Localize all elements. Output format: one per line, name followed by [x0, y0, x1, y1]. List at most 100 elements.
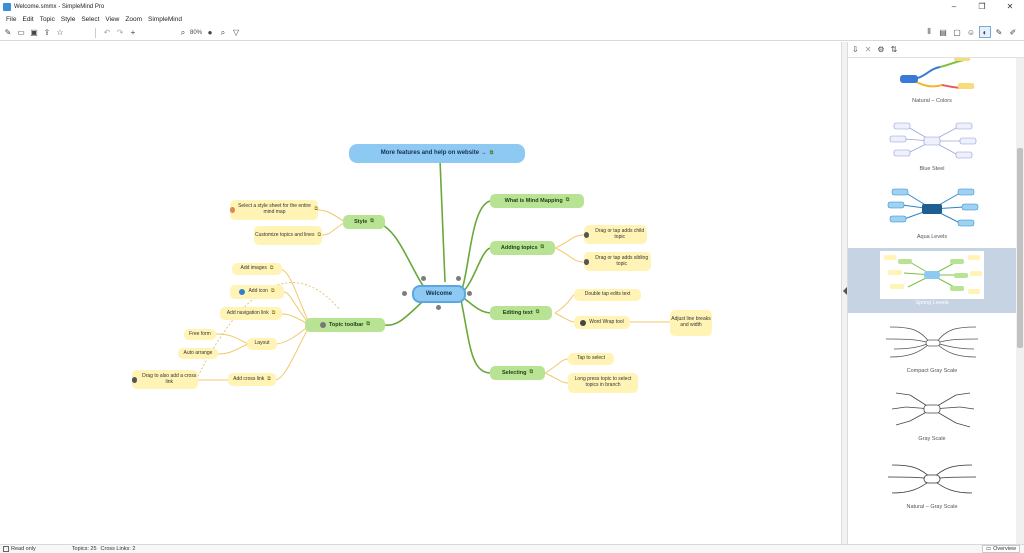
website-topic[interactable]: More features and help on website → ⧉ — [349, 144, 525, 163]
style-name: Natural – Colors — [912, 98, 952, 104]
selecting-child-topic[interactable]: Tap to select — [568, 353, 614, 365]
toolbar-child-topic[interactable]: Add cross link ⧉ — [228, 373, 276, 386]
toolbar-child-topic[interactable]: Layout — [247, 338, 277, 350]
menu-style[interactable]: Style — [58, 16, 78, 23]
style-child-label: Customize topics and lines — [254, 231, 315, 238]
adding-child-topic[interactable]: Drag or tap adds sibling topic — [584, 252, 651, 271]
add-topic-icon[interactable]: + — [128, 28, 138, 38]
smiley-icon[interactable]: ☺ — [966, 27, 976, 37]
style-card[interactable]: Compact Gray Scale — [848, 316, 1016, 381]
plus-circle-icon — [584, 258, 590, 265]
layout-child-label: Free form — [189, 330, 211, 337]
redo-icon[interactable]: ↷ — [115, 28, 125, 38]
menu-zoom[interactable]: Zoom — [122, 16, 145, 23]
style-panel-scrollbar[interactable] — [1016, 58, 1024, 544]
connector-handle[interactable] — [421, 276, 426, 281]
color-icon[interactable]: ● — [205, 28, 215, 38]
editing-child-topic[interactable]: Double tap edits text — [574, 289, 641, 301]
adding-topics-topic[interactable]: Adding topics ⧉ — [490, 241, 555, 255]
style-card[interactable]: Gray Scale — [848, 384, 1016, 449]
close-button[interactable]: ✕ — [1002, 2, 1018, 11]
search-icon[interactable]: ⌕ — [218, 28, 228, 38]
overview-button[interactable]: ▭ Overview — [981, 545, 1020, 553]
import-style-icon[interactable]: ⇩ — [852, 45, 859, 54]
external-link-icon: ⧉ — [540, 244, 545, 251]
style-name: Natural – Gray Scale — [906, 504, 958, 510]
plus-circle-icon — [584, 231, 590, 238]
layout-child-topic[interactable]: Free form — [184, 329, 216, 340]
style-card[interactable]: Aqua Levels — [848, 182, 1016, 247]
mind-map-canvas[interactable]: More features and help on website → ⧉ Wel… — [0, 42, 841, 544]
collapse-arrow-icon[interactable] — [843, 287, 847, 295]
style-card[interactable]: Natural – Colors — [848, 58, 1016, 111]
presentation-icon[interactable]: ▽ — [231, 28, 241, 38]
scrollbar-thumb[interactable] — [1017, 148, 1023, 348]
central-topic[interactable]: Welcome — [412, 285, 466, 303]
word-wrap-child-topic[interactable]: Adjust line breaks and width — [670, 310, 712, 336]
overview-icon: ▭ — [985, 546, 992, 552]
menu-edit[interactable]: Edit — [19, 16, 36, 23]
toolbar-child-topic[interactable]: Add icon ⧉ — [230, 285, 284, 299]
connector-handle[interactable] — [467, 291, 472, 296]
share-icon[interactable]: ⇪ — [42, 28, 52, 38]
menu-topic[interactable]: Topic — [37, 16, 58, 23]
toolbar-child-topic[interactable]: Add navigation link ⧉ — [220, 307, 282, 320]
notes-icon[interactable]: ▤ — [938, 27, 948, 37]
menu-simplemind[interactable]: SimpleMind — [145, 16, 185, 23]
style-child-topic[interactable]: Customize topics and lines ⧉ — [254, 226, 322, 245]
topic-toolbar-topic[interactable]: Topic toolbar ⧉ — [305, 318, 385, 332]
readonly-checkbox[interactable] — [3, 546, 9, 552]
close-panel-icon[interactable]: ✕ — [865, 45, 872, 54]
what-is-topic[interactable]: What is Mind Mapping ⧉ — [490, 194, 584, 208]
menu-file[interactable]: File — [3, 16, 19, 23]
style-card-selected[interactable]: Spring Levels — [848, 248, 1016, 313]
style-name: Spring Levels — [915, 300, 949, 306]
editing-text-label: Editing text — [502, 309, 533, 316]
brush-icon[interactable]: ✐ — [1008, 27, 1018, 37]
toolbar: ✎ ▭ ▣ ⇪ ☆ ↶ ↷ + ⌕ 80% ● ⌕ ▽ ⫴ ▤ ▢ ☺ ◐ ✎ … — [0, 25, 1024, 41]
pen-icon[interactable]: ✎ — [994, 27, 1004, 37]
plus-circle-icon — [132, 376, 138, 383]
app-window: Welcome.smmx - SimpleMind Pro – ❐ ✕ File… — [0, 0, 1024, 553]
new-map-icon[interactable]: ✎ — [3, 28, 13, 38]
connector-handle[interactable] — [402, 291, 407, 296]
zoom-level[interactable]: 80% — [190, 30, 202, 36]
style-child-topic[interactable]: Select a style sheet for the entire mind… — [230, 200, 318, 220]
undo-icon[interactable]: ↶ — [102, 28, 112, 38]
connector-handle[interactable] — [456, 276, 461, 281]
style-preview-image — [885, 326, 979, 358]
image-icon[interactable]: ▢ — [952, 27, 962, 37]
style-card[interactable]: Natural – Gray Scale — [848, 452, 1016, 517]
zoom-icon[interactable]: ⌕ — [178, 28, 188, 38]
layout-child-topic[interactable]: Auto arrange — [178, 348, 218, 359]
style-palette-icon[interactable]: ◐ — [979, 26, 991, 38]
style-panel-toolbar: ⇩ ✕ ⚙ ⇅ — [848, 42, 1024, 58]
toolbar-child-topic[interactable]: Add images ⧉ — [232, 263, 282, 275]
external-link-icon: ⧉ — [535, 309, 540, 316]
minimize-button[interactable]: – — [946, 2, 962, 11]
cross-link-child-topic[interactable]: Drag to also add a cross link — [132, 370, 198, 389]
cross-link-child-label: Drag to also add a cross link — [142, 372, 197, 385]
outline-icon[interactable]: ⫴ — [924, 27, 934, 37]
adding-child-topic[interactable]: Drag or tap adds child topic — [584, 225, 647, 244]
connector-handle[interactable] — [436, 305, 441, 310]
style-card[interactable]: Blue Steel — [848, 114, 1016, 179]
editing-text-topic[interactable]: Editing text ⧉ — [490, 306, 552, 320]
panel-splitter[interactable] — [841, 42, 848, 544]
menu-select[interactable]: Select — [78, 16, 102, 23]
save-icon[interactable]: ▣ — [29, 28, 39, 38]
sort-icon[interactable]: ⇅ — [891, 45, 898, 54]
editing-child-topic[interactable]: Word Wrap tool — [574, 316, 630, 329]
open-folder-icon[interactable]: ▭ — [16, 28, 26, 38]
what-is-label: What is Mind Mapping — [504, 197, 563, 204]
selecting-child-label: Long press topic to select topics in bra… — [574, 376, 632, 388]
editing-child-label: Word Wrap tool — [589, 318, 624, 325]
gear-icon[interactable]: ⚙ — [877, 45, 884, 54]
menu-view[interactable]: View — [102, 16, 122, 23]
selecting-child-topic[interactable]: Long press topic to select topics in bra… — [568, 373, 638, 393]
style-topic[interactable]: Style ⧉ — [343, 215, 385, 229]
maximize-button[interactable]: ❐ — [974, 2, 990, 11]
selecting-topic[interactable]: Selecting ⧉ — [490, 366, 545, 380]
favorite-star-icon[interactable]: ☆ — [55, 28, 65, 38]
style-sheet-list[interactable]: Natural – Colors Blue Steel Aqua Levels … — [848, 58, 1016, 544]
